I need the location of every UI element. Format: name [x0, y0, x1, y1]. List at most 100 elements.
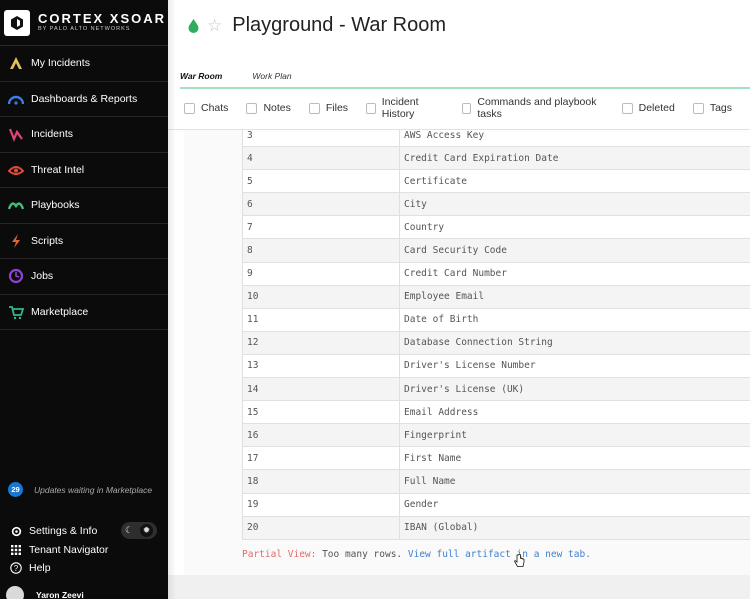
row-index: 8 — [242, 238, 400, 263]
table-row: 13 Driver's License Number — [242, 353, 750, 379]
row-value: Gender — [399, 492, 750, 517]
partial-view-message: Too many rows. — [316, 549, 408, 560]
cortex-logo-icon — [4, 9, 30, 36]
updates-text: Updates waiting in Marketplace — [34, 484, 153, 495]
severity-drop-icon — [188, 18, 199, 33]
tenant-navigator-button[interactable]: Tenant Navigator — [10, 544, 108, 556]
filter-label: Notes — [263, 102, 291, 114]
incidents-icon — [8, 126, 24, 143]
sidebar-item-label: Jobs — [31, 270, 54, 283]
filter-commands-and-playbook-tasks[interactable]: Commands and playbook tasks — [461, 96, 604, 120]
partial-view-label: Partial View: — [242, 549, 317, 560]
page-title: Playground - War Room — [232, 14, 447, 36]
filter-checkbox[interactable] — [308, 102, 320, 114]
row-index: 6 — [242, 192, 400, 217]
playbooks-icon — [8, 197, 24, 213]
sidebar: CORTEX XSOAR BY PALO ALTO NETWORKS My In… — [0, 0, 168, 599]
war-room-content: 3 AWS Access Key 4 Credit Card Expiration D… — [184, 130, 750, 575]
sidebar-shadow — [168, 0, 176, 599]
jobs-icon — [8, 268, 24, 284]
dashboards-icon — [8, 91, 24, 107]
row-index: 15 — [242, 400, 400, 425]
sidebar-item-label: Threat Intel — [31, 163, 85, 176]
table-row: 10 Employee Email — [242, 284, 750, 309]
sidebar-item-threat-intel[interactable]: Threat Intel — [0, 153, 168, 188]
sidebar-item-label: Marketplace — [31, 305, 89, 318]
table-row: 9 Credit Card Number — [242, 261, 750, 286]
sidebar-item-incidents[interactable]: Incidents — [0, 117, 168, 153]
filter-bar: Chats Notes Files Incident History Commands … — [184, 95, 750, 121]
table-row: 20 IBAN (Global) — [242, 515, 750, 540]
row-value: Country — [399, 215, 750, 240]
row-value: Email Address — [399, 400, 750, 425]
row-index: 11 — [242, 307, 400, 332]
sidebar-nav: My Incidents Dashboards & Reports Incident… — [0, 46, 168, 330]
star-icon[interactable]: ☆ — [207, 16, 222, 36]
row-index: 20 — [242, 515, 400, 540]
filter-checkbox[interactable] — [621, 102, 633, 114]
sidebar-item-label: My Incidents — [31, 57, 90, 70]
tab-war-room[interactable]: War Room — [180, 70, 222, 87]
partial-view-notice: Partial View: Too many rows. View full a… — [242, 549, 591, 560]
filter-checkbox[interactable] — [184, 102, 195, 114]
table-row: 4 Credit Card Expiration Date — [242, 146, 750, 171]
row-value: Fingerprint — [399, 423, 750, 448]
filter-files[interactable]: Files — [308, 102, 348, 114]
filter-notes[interactable]: Notes — [246, 102, 291, 114]
settings-info-label: Settings & Info — [29, 525, 98, 537]
row-value: Employee Email — [399, 284, 750, 309]
sidebar-item-jobs[interactable]: Jobs — [0, 259, 168, 295]
row-index: 10 — [242, 284, 400, 309]
brand-sub: BY PALO ALTO NETWORKS — [38, 26, 131, 33]
help-button[interactable]: ? Help — [10, 562, 51, 574]
view-full-artifact-link[interactable]: View full artifact in a new tab. — [408, 549, 591, 560]
filter-deleted[interactable]: Deleted — [621, 102, 675, 114]
marketplace-updates[interactable]: 29 Updates waiting in Marketplace — [8, 482, 152, 497]
filter-checkbox[interactable] — [461, 102, 472, 114]
filter-incident-history[interactable]: Incident History — [366, 96, 444, 120]
brand-name: CORTEX XSOAR — [38, 11, 167, 27]
table-row: 14 Driver's License (UK) — [242, 377, 750, 402]
table-row: 5 Certificate — [242, 169, 750, 194]
row-index: 13 — [242, 353, 400, 379]
updates-count-badge: 29 — [8, 482, 23, 497]
theme-toggle[interactable]: ☾ ✹ — [121, 522, 157, 539]
filter-tags[interactable]: Tags — [692, 102, 732, 114]
sidebar-item-label: Dashboards & Reports — [31, 92, 138, 105]
brand-logo[interactable]: CORTEX XSOAR BY PALO ALTO NETWORKS — [0, 0, 168, 46]
row-index: 4 — [242, 146, 400, 171]
row-index: 5 — [242, 169, 400, 194]
row-value: First Name — [399, 446, 750, 471]
sidebar-item-dashboards-reports[interactable]: Dashboards & Reports — [0, 82, 168, 117]
sidebar-item-marketplace[interactable]: Marketplace — [0, 295, 168, 330]
sidebar-item-label: Incidents — [31, 128, 74, 141]
sidebar-item-label: Scripts — [31, 234, 64, 247]
gear-icon — [10, 525, 22, 537]
page-header: ☆ Playground - War Room — [188, 14, 446, 37]
settings-info-button[interactable]: Settings & Info — [10, 525, 97, 537]
table-row: 16 Fingerprint — [242, 423, 750, 448]
filter-checkbox[interactable] — [692, 102, 704, 114]
row-index: 16 — [242, 423, 400, 448]
sidebar-item-my-incidents[interactable]: My Incidents — [0, 46, 168, 82]
table-row: 15 Email Address — [242, 400, 750, 425]
help-icon: ? — [10, 562, 22, 574]
table-row: 8 Card Security Code — [242, 238, 750, 263]
filter-label: Incident History — [381, 96, 419, 120]
table-row: 3 AWS Access Key — [242, 130, 750, 148]
tab-work-plan[interactable]: Work Plan — [252, 70, 291, 87]
tenant-navigator-label: Tenant Navigator — [29, 544, 109, 556]
hand-cursor-icon — [514, 554, 525, 567]
sidebar-item-scripts[interactable]: Scripts — [0, 224, 168, 259]
filter-chats[interactable]: Chats — [184, 102, 228, 114]
filter-checkbox[interactable] — [246, 102, 258, 114]
table-row: 11 Date of Birth — [242, 307, 750, 332]
row-value: Credit Card Expiration Date — [399, 146, 750, 171]
filter-checkbox[interactable] — [366, 102, 376, 114]
user-profile[interactable]: Yaron Zeevi — [6, 586, 84, 599]
row-value: Certificate — [399, 169, 750, 194]
threat-intel-icon — [8, 162, 24, 178]
sidebar-item-playbooks[interactable]: Playbooks — [0, 188, 168, 224]
table-row: 6 City — [242, 192, 750, 217]
row-value: Date of Birth — [399, 307, 750, 332]
